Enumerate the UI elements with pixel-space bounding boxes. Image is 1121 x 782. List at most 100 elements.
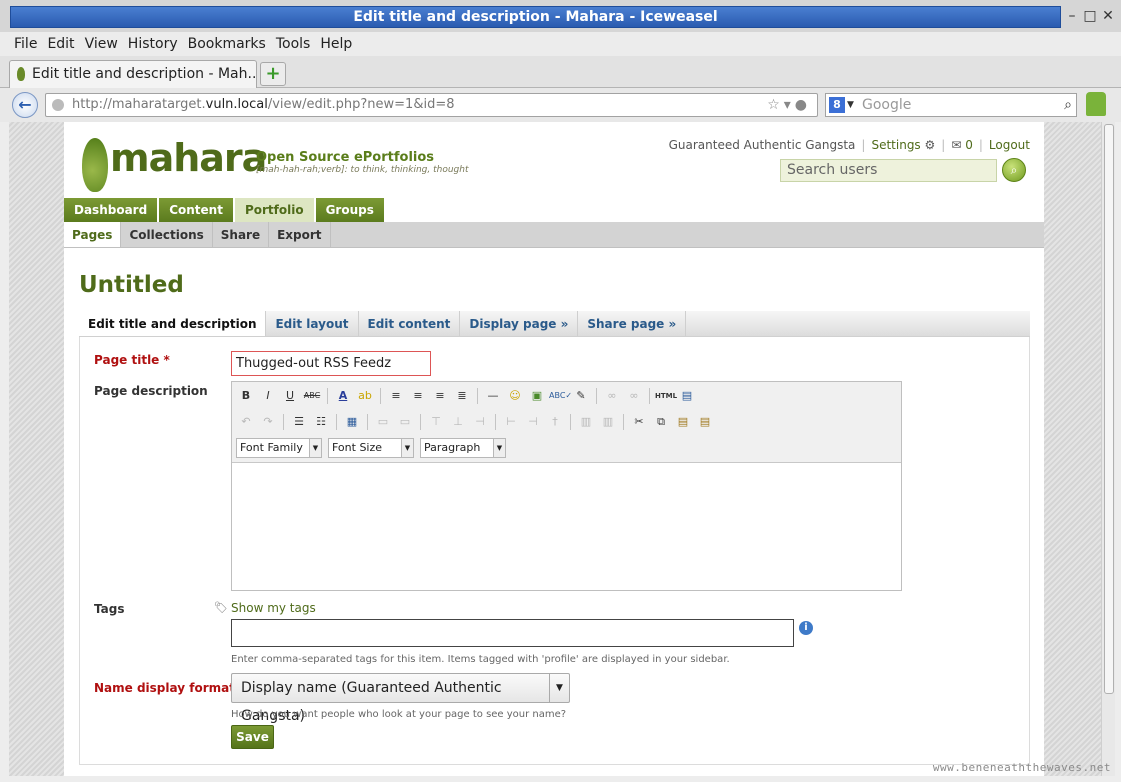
nav-content[interactable]: Content	[159, 198, 233, 222]
emoticon-icon[interactable]: ☺	[505, 386, 525, 406]
close-icon[interactable]: ✕	[1101, 6, 1115, 26]
tagline-main: Open Source ePortfolios	[256, 150, 435, 165]
web-search-input[interactable]: 8 ▼ Google ⌕	[825, 93, 1077, 117]
menu-bookmarks[interactable]: Bookmarks	[183, 32, 271, 56]
split-cells-icon[interactable]: ▥	[576, 412, 596, 432]
nav-dashboard[interactable]: Dashboard	[64, 198, 158, 222]
name-display-help: How do you want people who look at your …	[231, 709, 567, 720]
url-bar[interactable]: http://maharatarget.vuln.local/view/edit…	[45, 93, 818, 117]
align-left-icon[interactable]: ≡	[386, 386, 406, 406]
highlight-color-icon[interactable]: ab	[355, 386, 375, 406]
merge-cells-icon[interactable]: ▥	[598, 412, 618, 432]
redo-icon[interactable]: ↷	[258, 412, 278, 432]
cut-icon[interactable]: ✂	[629, 412, 649, 432]
menu-edit[interactable]: Edit	[42, 32, 79, 56]
tab-edit-content[interactable]: Edit content	[359, 311, 461, 336]
maximize-icon[interactable]: □	[1083, 6, 1097, 26]
menu-tools[interactable]: Tools	[271, 32, 316, 56]
menu-help[interactable]: Help	[315, 32, 357, 56]
delete-col-icon[interactable]: †	[545, 412, 565, 432]
mahara-logo[interactable]: mahara	[82, 134, 267, 192]
mail-icon[interactable]: ✉	[951, 138, 961, 152]
text-color-icon[interactable]: A	[333, 386, 353, 406]
google-icon[interactable]: 8	[829, 97, 845, 113]
history-dropdown-icon[interactable]: ▾	[784, 97, 795, 113]
html-source-icon[interactable]: HTML	[655, 386, 677, 406]
insert-row-before-icon[interactable]: ⊤	[426, 412, 446, 432]
logout-link[interactable]: Logout	[989, 138, 1030, 152]
gear-icon[interactable]: ⚙	[925, 138, 936, 152]
page-title-input[interactable]: Thugged-out RSS Feedz	[231, 351, 431, 376]
undo-icon[interactable]: ↶	[236, 412, 256, 432]
bold-icon[interactable]: B	[236, 386, 256, 406]
image-icon[interactable]: ▣	[527, 386, 547, 406]
save-button[interactable]: Save	[231, 725, 274, 749]
user-name[interactable]: Guaranteed Authentic Gangsta	[669, 138, 856, 152]
align-right-icon[interactable]: ≡	[430, 386, 450, 406]
addon-icon[interactable]	[1086, 92, 1106, 116]
browser-tab-active[interactable]: Edit title and description - Mah...	[9, 60, 257, 88]
tags-label: Tags	[94, 602, 125, 616]
font-family-select[interactable]: Font Family ▼	[236, 438, 322, 458]
subnav-collections[interactable]: Collections	[121, 222, 213, 247]
insert-row-after-icon[interactable]: ⊥	[448, 412, 468, 432]
bullet-list-icon[interactable]: ☰	[289, 412, 309, 432]
italic-icon[interactable]: I	[258, 386, 278, 406]
link-icon[interactable]: ∞	[602, 386, 622, 406]
cleanup-icon[interactable]: ✎	[571, 386, 591, 406]
align-justify-icon[interactable]: ≣	[452, 386, 472, 406]
page-title: Untitled	[79, 272, 184, 298]
subnav-export[interactable]: Export	[269, 222, 331, 247]
settings-link[interactable]: Settings	[871, 138, 920, 152]
nav-groups[interactable]: Groups	[315, 198, 384, 222]
font-size-select[interactable]: Font Size ▼	[328, 438, 414, 458]
new-tab-icon[interactable]: +	[260, 62, 286, 86]
minimize-icon[interactable]: –	[1065, 6, 1079, 26]
underline-icon[interactable]: U	[280, 386, 300, 406]
subnav-share[interactable]: Share	[213, 222, 270, 247]
vertical-scrollbar[interactable]	[1101, 122, 1115, 776]
reload-icon[interactable]: ●	[795, 97, 811, 113]
paste-word-icon[interactable]: ▤	[695, 412, 715, 432]
horizontal-rule-icon[interactable]: —	[483, 386, 503, 406]
engine-dropdown-icon[interactable]: ▼	[847, 94, 854, 116]
menu-view[interactable]: View	[80, 32, 123, 56]
search-users-input[interactable]: Search users	[780, 159, 997, 182]
insert-col-before-icon[interactable]: ⊢	[501, 412, 521, 432]
paragraph-select[interactable]: Paragraph ▼	[420, 438, 506, 458]
spellcheck-icon[interactable]: ABC✓	[549, 386, 572, 406]
subnav-pages[interactable]: Pages	[64, 222, 122, 247]
tab-edit-layout[interactable]: Edit layout	[266, 311, 359, 336]
table-cell-icon[interactable]: ▭	[395, 412, 415, 432]
tab-share-page[interactable]: Share page »	[578, 311, 687, 336]
paste-icon[interactable]: ▤	[673, 412, 693, 432]
align-center-icon[interactable]: ≡	[408, 386, 428, 406]
edit-table-icon[interactable]: ▦	[342, 412, 362, 432]
bookmark-star-icon[interactable]: ☆	[767, 97, 784, 113]
nav-portfolio[interactable]: Portfolio	[234, 198, 314, 222]
tab-edit-title[interactable]: Edit title and description	[79, 311, 267, 336]
watermark: www.beneneaththewaves.net	[932, 761, 1111, 774]
numbered-list-icon[interactable]: ☷	[311, 412, 331, 432]
copy-icon[interactable]: ⧉	[651, 412, 671, 432]
menu-history[interactable]: History	[123, 32, 183, 56]
table-row-icon[interactable]: ▭	[373, 412, 393, 432]
back-arrow-icon[interactable]: ←	[12, 92, 38, 118]
unlink-icon[interactable]: ∞	[624, 386, 644, 406]
fullscreen-icon[interactable]: ▤	[677, 386, 697, 406]
search-engine-icon[interactable]: ⌕	[1064, 94, 1072, 116]
delete-row-icon[interactable]: ⊣	[470, 412, 490, 432]
messages-count[interactable]: 0	[965, 138, 973, 152]
window-title: Edit title and description - Mahara - Ic…	[10, 6, 1061, 28]
info-icon[interactable]: i	[799, 621, 813, 635]
search-icon[interactable]: ⌕	[1002, 158, 1026, 182]
menu-file[interactable]: File	[9, 32, 42, 56]
tags-input[interactable]	[231, 619, 794, 647]
insert-col-after-icon[interactable]: ⊣	[523, 412, 543, 432]
name-display-select[interactable]: Display name (Guaranteed Authentic Gangs…	[231, 673, 570, 724]
tab-display-page[interactable]: Display page »	[460, 311, 579, 336]
scrollbar-thumb[interactable]	[1104, 124, 1114, 694]
strikethrough-icon[interactable]: ABC	[302, 386, 322, 406]
description-editor-area[interactable]	[232, 462, 901, 590]
show-my-tags-link[interactable]: Show my tags	[231, 601, 316, 615]
